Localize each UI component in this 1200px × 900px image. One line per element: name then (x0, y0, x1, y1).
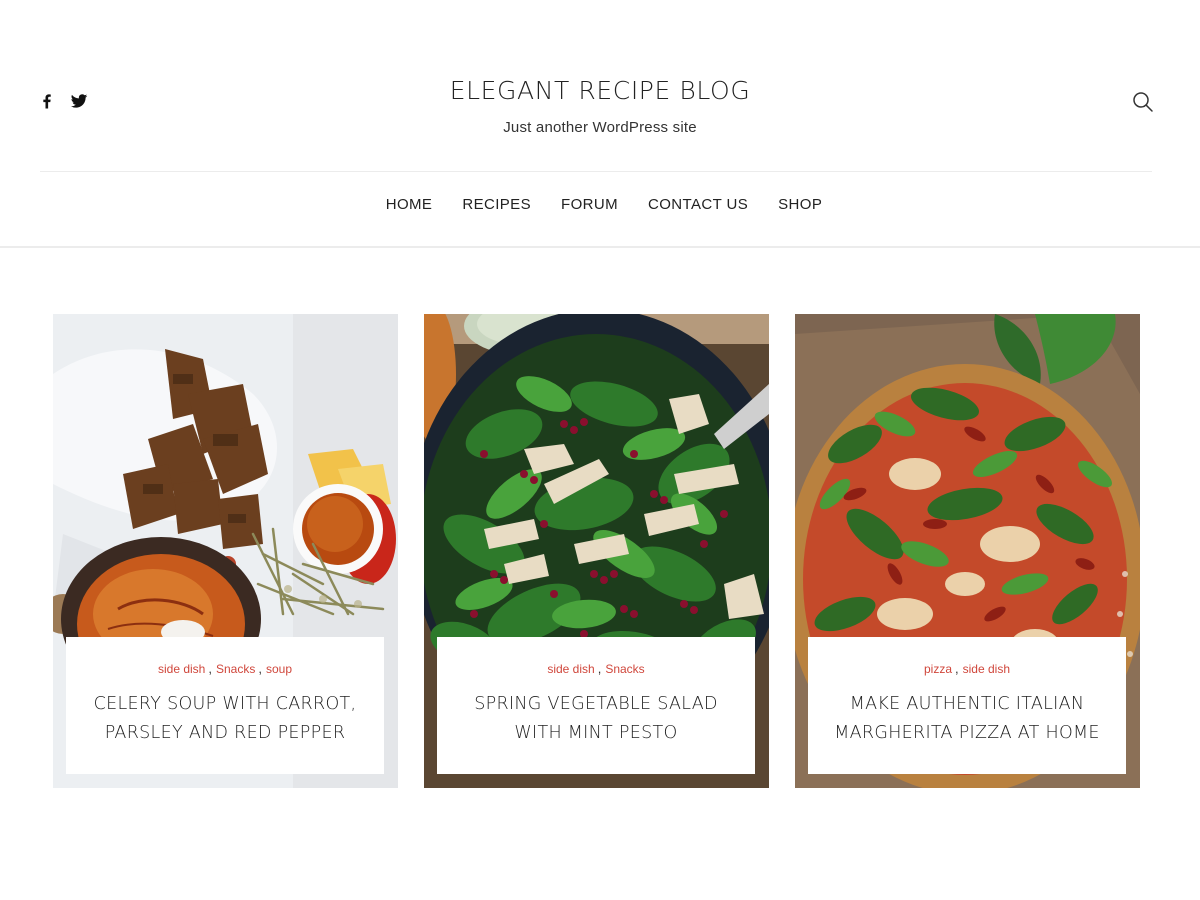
category-separator: , (955, 661, 959, 676)
post-categories: pizza, side dish (808, 661, 1126, 676)
site-header: ELEGANT RECIPE BLOG Just another WordPre… (0, 0, 1200, 248)
header-divider (40, 171, 1152, 172)
post-title[interactable]: SPRING VEGETABLE SALAD WITH MINT PESTO (451, 690, 741, 748)
post-info: side dish, Snacks SPRING VEGETABLE SALAD … (437, 637, 755, 774)
post-categories: side dish, Snacks, soup (66, 661, 384, 676)
post-title[interactable]: CELERY SOUP WITH CARROT, PARSLEY AND RED… (80, 690, 370, 748)
post-info: pizza, side dish MAKE AUTHENTIC ITALIAN M… (808, 637, 1126, 774)
category-link[interactable]: soup (266, 662, 292, 676)
nav-item-contact-us[interactable]: CONTACT US (648, 196, 748, 213)
category-link[interactable]: Snacks (605, 662, 644, 676)
category-link[interactable]: side dish (158, 662, 205, 676)
category-separator: , (597, 661, 602, 676)
post-title[interactable]: MAKE AUTHENTIC ITALIAN MARGHERITA PIZZA … (822, 690, 1112, 748)
site-title[interactable]: ELEGANT RECIPE BLOG (0, 76, 1200, 105)
site-tagline: Just another WordPress site (503, 119, 697, 136)
post-card-margherita-pizza[interactable]: pizza, side dish MAKE AUTHENTIC ITALIAN M… (795, 314, 1140, 788)
post-card-celery-soup[interactable]: side dish, Snacks, soup CELERY SOUP WITH C… (53, 314, 398, 788)
site-branding: ELEGANT RECIPE BLOG Just another WordPre… (0, 76, 1200, 136)
category-link[interactable]: Snacks (216, 662, 255, 676)
category-link[interactable]: pizza (924, 662, 952, 676)
category-link[interactable]: side dish (547, 662, 594, 676)
post-card-spring-salad[interactable]: side dish, Snacks SPRING VEGETABLE SALAD … (424, 314, 769, 788)
nav-item-recipes[interactable]: RECIPES (462, 196, 531, 213)
search-icon[interactable] (1131, 90, 1155, 114)
category-separator: , (258, 661, 262, 676)
nav-item-home[interactable]: HOME (386, 196, 433, 213)
category-separator: , (208, 661, 212, 676)
post-categories: side dish, Snacks (437, 661, 755, 676)
post-info: side dish, Snacks, soup CELERY SOUP WITH C… (66, 637, 384, 774)
nav-item-forum[interactable]: FORUM (561, 196, 618, 213)
nav-item-shop[interactable]: SHOP (778, 196, 822, 213)
main-navigation: HOME RECIPES FORUM CONTACT US SHOP (0, 196, 1200, 213)
category-link[interactable]: side dish (963, 662, 1010, 676)
